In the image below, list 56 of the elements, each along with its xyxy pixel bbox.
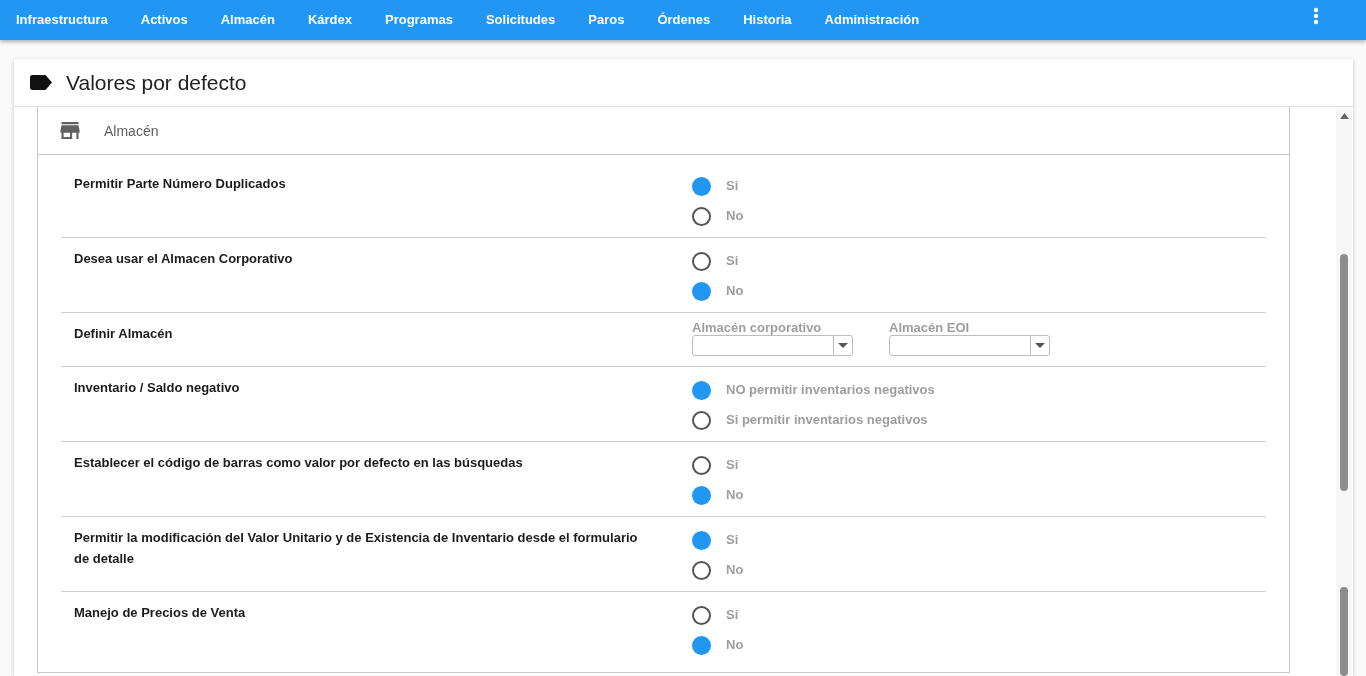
nav-link[interactable]: Solicitudes [469, 0, 572, 40]
setting-label: Inventario / Saldo negativo [74, 379, 240, 397]
radio-button[interactable] [692, 380, 711, 400]
radio-label: Si [726, 456, 739, 474]
setting-label: Permitir la modificación del Valor Unitario y de Existencia de Inventario desde el formulario de detalle [74, 529, 639, 568]
scrollbar-thumb[interactable] [1340, 254, 1348, 491]
field-label: Almacén corporativo [692, 321, 822, 335]
page-title: Valores por defecto [66, 70, 247, 95]
radio-label: Si [726, 531, 739, 549]
more-options-icon[interactable] [1313, 7, 1319, 25]
nav-link[interactable]: Activos [124, 0, 205, 40]
radio-label: No [726, 207, 744, 225]
radio-button[interactable] [692, 410, 711, 430]
setting-label: Desea usar el Almacen Corporativo [74, 250, 293, 268]
radio-button[interactable] [692, 281, 711, 301]
setting-label: Establecer el código de barras como valor por defecto en las búsquedas [74, 454, 523, 472]
scrollbar-thumb[interactable] [1340, 587, 1348, 676]
nav-link[interactable]: Paros [571, 0, 641, 40]
radio-label: NO permitir inventarios negativos [726, 381, 935, 399]
scroll-up-icon[interactable] [1340, 113, 1349, 119]
section-title: Almacén [104, 122, 159, 139]
nav-link[interactable]: Órdenes [640, 0, 727, 40]
nav-link[interactable]: Historia [726, 0, 809, 40]
nav-link[interactable]: Infraestructura [0, 0, 125, 40]
radio-button[interactable] [692, 455, 711, 475]
setting-label: Definir Almacén [74, 325, 173, 343]
dropdown-field[interactable] [692, 335, 853, 356]
nav-link[interactable]: Almacén [204, 0, 292, 40]
radio-label: Si [726, 177, 739, 195]
radio-label: No [726, 282, 744, 300]
nav-link[interactable]: Administración [808, 0, 936, 40]
radio-label: Si permitir inventarios negativos [726, 411, 928, 429]
caret-icon[interactable] [838, 343, 848, 348]
radio-button[interactable] [692, 530, 711, 550]
radio-label: Si [726, 252, 739, 270]
radio-button[interactable] [692, 251, 711, 271]
dropdown-field[interactable] [889, 335, 1050, 356]
radio-button[interactable] [692, 635, 711, 655]
radio-button[interactable] [692, 485, 711, 505]
radio-label: Si [726, 606, 739, 624]
field-label: Almacén EOI [889, 321, 970, 335]
radio-label: No [726, 636, 744, 654]
store-icon [60, 122, 80, 139]
scrollbar-track[interactable] [1336, 107, 1352, 676]
radio-label: No [726, 486, 744, 504]
radio-label: No [726, 561, 744, 579]
nav-link[interactable]: Kárdex [291, 0, 369, 40]
radio-button[interactable] [692, 176, 711, 196]
nav-link[interactable]: Programas [368, 0, 470, 40]
radio-button[interactable] [692, 560, 711, 580]
radio-button[interactable] [692, 206, 711, 226]
radio-button[interactable] [692, 605, 711, 625]
tag-icon [30, 75, 52, 90]
setting-label: Manejo de Precios de Venta [74, 604, 246, 622]
caret-icon[interactable] [1035, 343, 1045, 348]
setting-label: Permitir Parte Número Duplicados [74, 175, 286, 193]
